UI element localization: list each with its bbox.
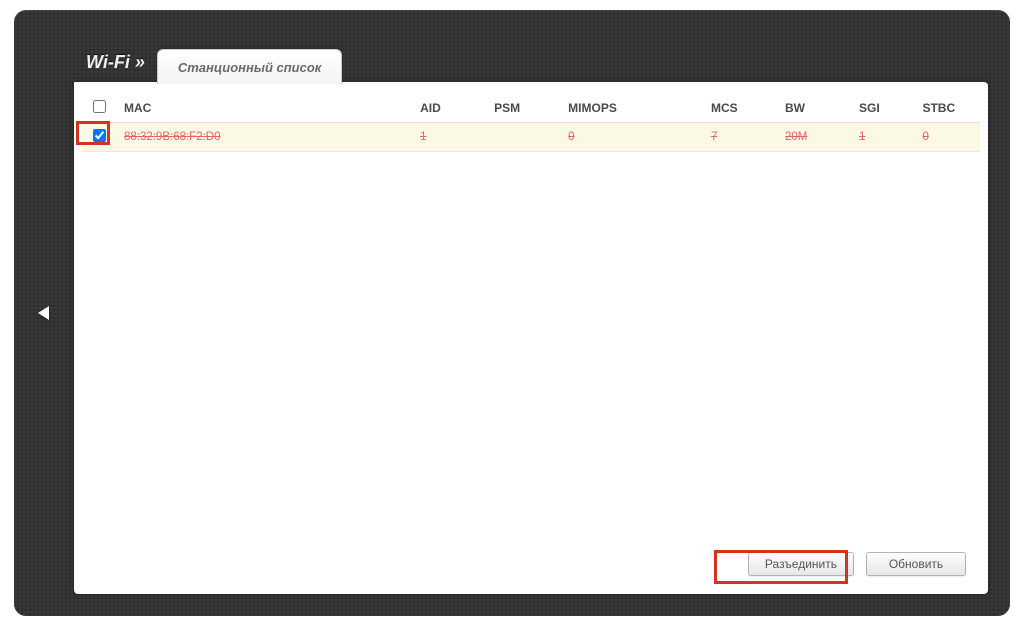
- col-psm: PSM: [488, 94, 562, 123]
- cell-aid: 1: [414, 123, 488, 152]
- tab-station-list[interactable]: Станционный список: [157, 49, 343, 84]
- col-sgi: SGI: [853, 94, 916, 123]
- col-mimops: MIMOPS: [562, 94, 705, 123]
- station-table: MAC AID PSM MIMOPS MCS BW SGI STBC: [82, 94, 980, 152]
- col-aid: AID: [414, 94, 488, 123]
- col-bw: BW: [779, 94, 853, 123]
- content-panel: MAC AID PSM MIMOPS MCS BW SGI STBC: [74, 82, 988, 594]
- col-stbc: STBC: [916, 94, 980, 123]
- header: Wi-Fi » Станционный список: [74, 44, 988, 83]
- table-header-row: MAC AID PSM MIMOPS MCS BW SGI STBC: [82, 94, 980, 123]
- col-mcs: MCS: [705, 94, 779, 123]
- table-row[interactable]: 88:32:9B:68:F2:D0 1 0 7 20M 1 0: [82, 123, 980, 152]
- cell-mac: 88:32:9B:68:F2:D0: [118, 123, 414, 152]
- highlight-button-annotation: [714, 550, 848, 584]
- refresh-button[interactable]: Обновить: [866, 552, 966, 576]
- cell-stbc: 0: [916, 123, 980, 152]
- cell-sgi: 1: [853, 123, 916, 152]
- collapse-arrow-icon[interactable]: [38, 306, 49, 320]
- cell-mimops: 0: [562, 123, 705, 152]
- col-mac: MAC: [118, 94, 414, 123]
- highlight-checkbox-annotation: [76, 121, 110, 145]
- cell-mcs: 7: [705, 123, 779, 152]
- cell-bw: 20M: [779, 123, 853, 152]
- main-panel: Wi-Fi » Станционный список MAC AID: [14, 10, 1010, 616]
- cell-psm: [488, 123, 562, 152]
- select-all-checkbox[interactable]: [93, 100, 106, 113]
- section-title[interactable]: Wi-Fi »: [74, 44, 157, 83]
